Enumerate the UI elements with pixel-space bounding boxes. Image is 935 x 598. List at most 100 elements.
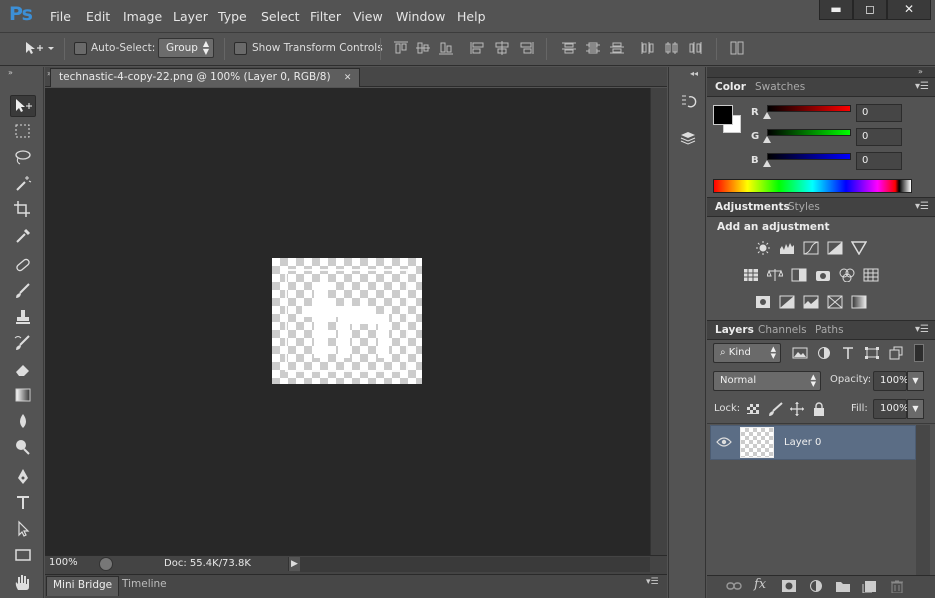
filter-toggle-switch[interactable] bbox=[914, 344, 924, 362]
color-panel-menu-icon[interactable]: ▾☰ bbox=[915, 81, 929, 92]
show-transform-checkbox[interactable] bbox=[234, 42, 247, 55]
menu-help[interactable]: Help bbox=[457, 9, 486, 24]
posterize-icon[interactable] bbox=[779, 295, 795, 309]
marquee-tool-icon[interactable] bbox=[10, 121, 36, 143]
hand-tool-icon[interactable] bbox=[10, 573, 36, 595]
color-balance-icon[interactable] bbox=[766, 268, 784, 282]
align-bottom-icon[interactable] bbox=[438, 41, 454, 55]
filter-shape-layers-icon[interactable] bbox=[864, 346, 880, 360]
menu-type[interactable]: Type bbox=[218, 9, 247, 24]
path-selection-tool-icon[interactable] bbox=[10, 519, 36, 541]
fill-field[interactable]: 100% bbox=[873, 399, 909, 419]
tab-swatches[interactable]: Swatches bbox=[755, 81, 805, 93]
distribute-left-icon[interactable] bbox=[640, 41, 656, 55]
auto-select-checkbox[interactable] bbox=[74, 42, 87, 55]
red-slider[interactable] bbox=[767, 105, 851, 112]
distribute-top-icon[interactable] bbox=[561, 41, 577, 55]
layer-style-fx-icon[interactable]: fx bbox=[754, 577, 770, 592]
green-slider-handle[interactable] bbox=[763, 136, 771, 143]
dodge-tool-icon[interactable] bbox=[10, 437, 36, 459]
menu-select[interactable]: Select bbox=[261, 9, 300, 24]
brush-tool-icon[interactable] bbox=[10, 281, 36, 303]
blue-slider[interactable] bbox=[767, 153, 851, 160]
history-panel-icon[interactable] bbox=[678, 93, 698, 114]
tab-color[interactable]: Color bbox=[715, 81, 746, 93]
move-tool-preset-icon[interactable] bbox=[24, 40, 54, 59]
tab-channels[interactable]: Channels bbox=[758, 324, 807, 336]
green-value-field[interactable]: 0 bbox=[856, 128, 902, 146]
distribute-right-icon[interactable] bbox=[688, 41, 704, 55]
filter-pixel-layers-icon[interactable] bbox=[792, 346, 808, 360]
layer-thumbnail[interactable] bbox=[740, 427, 774, 458]
horizontal-scrollbar[interactable] bbox=[300, 557, 650, 572]
tab-layers[interactable]: Layers bbox=[715, 324, 754, 336]
status-options-icon[interactable] bbox=[99, 557, 113, 571]
strip-expand-icon[interactable]: ◂◂ bbox=[690, 69, 698, 78]
menu-layer[interactable]: Layer bbox=[173, 9, 208, 24]
align-vertical-center-icon[interactable] bbox=[415, 41, 431, 55]
tab-adjustments[interactable]: Adjustments bbox=[715, 201, 790, 213]
panels-collapse-icon[interactable]: » bbox=[918, 67, 923, 76]
collapse-tools-icon[interactable]: » bbox=[8, 68, 13, 77]
hue-saturation-icon[interactable] bbox=[743, 268, 759, 282]
curves-icon[interactable] bbox=[803, 241, 819, 255]
layer-filter-kind-select[interactable]: ⌕ Kind ▲ ▼ bbox=[713, 343, 781, 363]
lock-image-pixels-icon[interactable] bbox=[767, 402, 783, 416]
status-menu-arrow-icon[interactable]: ▶ bbox=[288, 557, 300, 571]
green-slider[interactable] bbox=[767, 129, 851, 136]
vibrance-icon[interactable] bbox=[850, 241, 868, 256]
levels-icon[interactable] bbox=[779, 241, 795, 255]
red-value-field[interactable]: 0 bbox=[856, 104, 902, 122]
lock-position-icon[interactable] bbox=[789, 402, 805, 416]
new-group-folder-icon[interactable] bbox=[835, 579, 851, 593]
opacity-dropdown-icon[interactable]: ▼ bbox=[907, 371, 924, 391]
blue-value-field[interactable]: 0 bbox=[856, 152, 902, 170]
zoom-level-field[interactable]: 100% bbox=[49, 557, 78, 568]
channel-mixer-icon[interactable] bbox=[839, 268, 855, 283]
properties-panel-icon[interactable] bbox=[678, 130, 698, 151]
layers-scrollbar[interactable] bbox=[916, 425, 930, 575]
menu-edit[interactable]: Edit bbox=[86, 9, 110, 24]
align-right-icon[interactable] bbox=[518, 41, 534, 55]
type-tool-icon[interactable] bbox=[10, 493, 36, 515]
eyedropper-tool-icon[interactable] bbox=[10, 225, 36, 247]
magic-wand-tool-icon[interactable] bbox=[10, 173, 36, 195]
tab-mini-bridge[interactable]: Mini Bridge bbox=[46, 576, 120, 596]
exposure-icon[interactable] bbox=[827, 241, 843, 255]
color-spectrum-ramp[interactable] bbox=[713, 179, 912, 193]
auto-align-layers-icon[interactable] bbox=[729, 41, 745, 55]
lasso-tool-icon[interactable] bbox=[10, 147, 36, 169]
delete-layer-trash-icon[interactable] bbox=[889, 579, 905, 594]
layer-name[interactable]: Layer 0 bbox=[784, 437, 821, 448]
menu-file[interactable]: File bbox=[50, 9, 71, 24]
lock-all-icon[interactable] bbox=[811, 402, 827, 416]
move-tool-icon[interactable] bbox=[10, 95, 36, 117]
gradient-tool-icon[interactable] bbox=[10, 385, 36, 407]
clone-stamp-tool-icon[interactable] bbox=[10, 307, 36, 329]
healing-brush-tool-icon[interactable] bbox=[10, 255, 36, 277]
filter-smart-objects-icon[interactable] bbox=[888, 346, 904, 360]
layers-panel-menu-icon[interactable]: ▾☰ bbox=[915, 324, 929, 335]
history-brush-tool-icon[interactable] bbox=[10, 333, 36, 355]
filter-type-layers-icon[interactable] bbox=[840, 346, 856, 360]
menu-view[interactable]: View bbox=[353, 9, 383, 24]
tab-styles[interactable]: Styles bbox=[788, 201, 820, 213]
invert-icon[interactable] bbox=[755, 295, 771, 309]
blur-tool-icon[interactable] bbox=[10, 411, 36, 433]
opacity-field[interactable]: 100% bbox=[873, 371, 909, 391]
photo-filter-icon[interactable] bbox=[815, 268, 831, 282]
foreground-color-swatch[interactable] bbox=[713, 105, 733, 125]
restore-button[interactable]: ◻ bbox=[853, 0, 887, 20]
pen-tool-icon[interactable] bbox=[10, 467, 36, 489]
new-adjustment-layer-icon[interactable] bbox=[808, 579, 824, 593]
menu-image[interactable]: Image bbox=[123, 9, 162, 24]
threshold-icon[interactable] bbox=[803, 295, 819, 309]
align-top-icon[interactable] bbox=[393, 41, 409, 55]
layer-visibility-eye-icon[interactable] bbox=[716, 436, 732, 451]
distribute-horizontal-center-icon[interactable] bbox=[664, 41, 680, 55]
adjustments-panel-menu-icon[interactable]: ▾☰ bbox=[915, 201, 929, 212]
gradient-map-icon[interactable] bbox=[851, 295, 867, 309]
new-layer-icon[interactable] bbox=[862, 579, 878, 594]
fill-dropdown-icon[interactable]: ▼ bbox=[907, 399, 924, 419]
distribute-vertical-center-icon[interactable] bbox=[585, 41, 601, 55]
